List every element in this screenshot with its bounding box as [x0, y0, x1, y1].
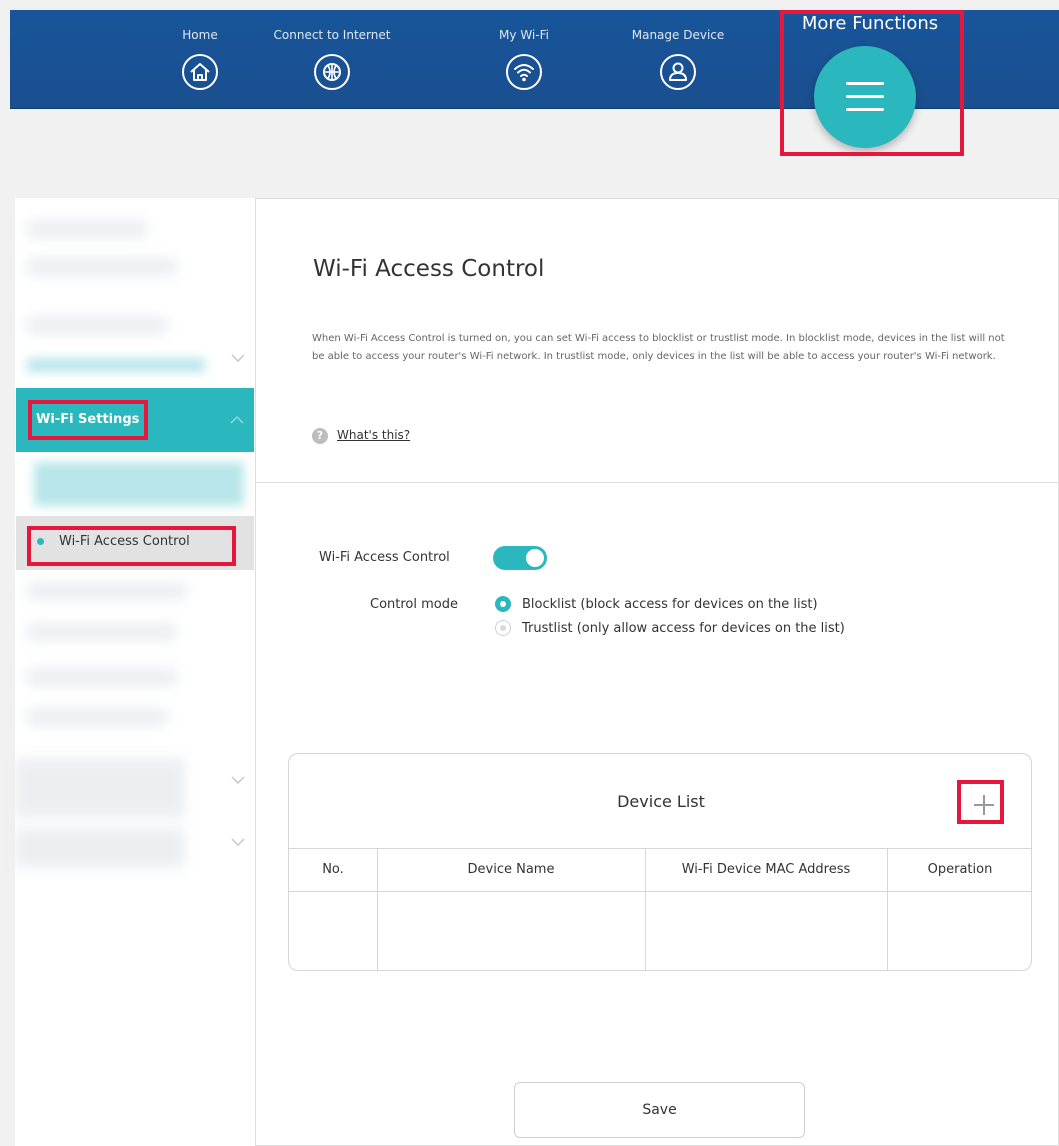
blurred-menu-item: [27, 220, 147, 238]
whats-this-link[interactable]: What's this?: [337, 428, 410, 442]
chevron-down-icon[interactable]: [231, 354, 245, 362]
blurred-menu-item: [27, 358, 205, 372]
chevron-down-icon[interactable]: [231, 838, 245, 846]
blurred-menu-item: [34, 462, 244, 506]
chevron-down-icon[interactable]: [231, 776, 245, 784]
home-icon: [180, 52, 220, 92]
nav-manage-label: Manage Device: [631, 28, 725, 42]
blurred-menu-item: [27, 623, 177, 641]
sidebar-item-label: Wi-Fi Access Control: [59, 534, 190, 549]
blocklist-radio[interactable]: [495, 596, 511, 612]
blurred-menu-item: [27, 316, 167, 334]
router-admin-page: Home Connect to Internet My Wi-Fi Manage…: [0, 0, 1059, 1146]
menu-icon: [846, 82, 884, 111]
nav-my-wifi-label: My Wi-Fi: [499, 28, 549, 42]
save-button[interactable]: Save: [514, 1082, 805, 1138]
control-mode-label: Control mode: [370, 597, 458, 612]
column-header: Wi-Fi Device MAC Address: [681, 862, 851, 877]
column-header: Operation: [927, 862, 993, 877]
help-icon[interactable]: ?: [312, 428, 328, 444]
column-divider: [645, 848, 646, 970]
more-functions-button[interactable]: [814, 46, 916, 148]
nav-my-wifi[interactable]: My Wi-Fi: [484, 10, 564, 109]
access-control-toggle[interactable]: [493, 546, 547, 570]
toggle-knob: [526, 549, 544, 567]
chevron-up-icon: [230, 416, 244, 424]
plus-icon[interactable]: [969, 790, 999, 820]
blurred-menu-item: [27, 258, 177, 276]
trustlist-radio[interactable]: [495, 620, 511, 636]
nav-connect-to-internet[interactable]: Connect to Internet: [272, 10, 392, 109]
column-header: No.: [322, 862, 344, 877]
nav-manage-device[interactable]: Manage Device: [618, 10, 738, 109]
blurred-menu-item: [15, 828, 185, 868]
blurred-menu-item: [27, 668, 177, 686]
globe-icon: [312, 52, 352, 92]
wifi-icon: [504, 52, 544, 92]
user-icon: [658, 52, 698, 92]
column-header: Device Name: [467, 862, 555, 877]
active-dot: [37, 538, 44, 545]
sidebar-section-label: Wi-Fi Settings: [36, 412, 140, 427]
section-divider: [256, 482, 1059, 483]
trustlist-label[interactable]: Trustlist (only allow access for devices…: [522, 621, 845, 636]
page-title: Wi-Fi Access Control: [313, 256, 545, 282]
nav-home[interactable]: Home: [160, 10, 240, 109]
device-list-title: Device List: [617, 792, 705, 811]
blurred-menu-item: [15, 758, 185, 818]
nav-connect-label: Connect to Internet: [273, 28, 391, 42]
blurred-menu-item: [27, 582, 187, 600]
nav-home-label: Home: [182, 28, 218, 42]
device-list-card: Device List No. Device Name Wi-Fi Device…: [288, 753, 1032, 971]
blurred-menu-item: [27, 708, 167, 726]
device-list-header: No. Device Name Wi-Fi Device MAC Address…: [289, 848, 1031, 892]
blocklist-label[interactable]: Blocklist (block access for devices on t…: [522, 597, 818, 612]
page-description: When Wi-Fi Access Control is turned on, …: [312, 333, 1005, 362]
nav-more-label: More Functions: [801, 13, 939, 34]
column-divider: [887, 848, 888, 970]
access-control-label: Wi-Fi Access Control: [319, 550, 450, 565]
sidebar: [15, 198, 256, 1146]
column-divider: [377, 848, 378, 970]
